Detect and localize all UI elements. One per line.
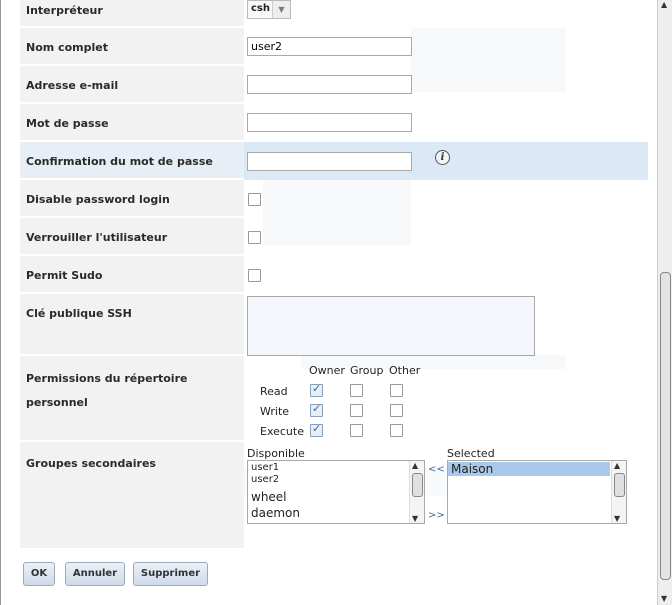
ssh-key-textarea[interactable]	[247, 296, 535, 356]
password-label-cell: Mot de passe	[20, 104, 244, 142]
password-confirm-label: Confirmation du mot de passe	[26, 155, 213, 168]
perm-row-execute-label: Execute	[260, 425, 304, 438]
row-password: Mot de passe	[20, 104, 648, 142]
password-confirm-label-cell: Confirmation du mot de passe	[20, 142, 244, 180]
list-item[interactable]: user2	[248, 474, 424, 486]
perm-col-other: Other	[389, 364, 421, 377]
disable-password-label-cell: Disable password login	[20, 180, 244, 218]
disable-password-label: Disable password login	[26, 193, 170, 206]
scroll-up-icon[interactable]: ▲	[614, 461, 620, 470]
fullname-label-cell: Nom complet	[20, 28, 244, 66]
row-home-permissions: Permissions du répertoire personnel Owne…	[20, 356, 648, 442]
groups-available-list[interactable]: user1 user2 wheel daemon ▲ ▼	[247, 460, 425, 524]
scroll-down-icon[interactable]: ▼	[412, 514, 418, 523]
list-item[interactable]: wheel	[248, 490, 424, 504]
row-password-confirm: Confirmation du mot de passe i	[20, 142, 648, 180]
ssh-key-label-cell: Clé publique SSH	[20, 294, 244, 356]
list-item[interactable]: user1	[248, 462, 424, 474]
perm-execute-other-checkbox[interactable]	[390, 424, 403, 437]
email-input[interactable]	[247, 75, 412, 94]
row-disable-password: Disable password login	[20, 180, 648, 218]
lock-user-checkbox[interactable]	[248, 231, 261, 244]
perm-read-owner-checkbox[interactable]	[310, 382, 323, 397]
perm-col-group: Group	[350, 364, 384, 377]
perm-read-group-checkbox[interactable]	[350, 384, 363, 397]
row-lock-user: Verrouiller l'utilisateur	[20, 218, 648, 256]
perm-execute-group-checkbox[interactable]	[350, 424, 363, 437]
disable-password-checkbox[interactable]	[248, 193, 261, 206]
dialog: Interpréteur csh ▼ Nom complet Adresse e…	[0, 0, 658, 605]
page-scrollbar[interactable]: ▲ ▼	[657, 0, 672, 605]
scroll-thumb[interactable]	[614, 473, 625, 497]
home-permissions-label-line1: Permissions du répertoire	[26, 372, 188, 385]
perm-write-group-checkbox[interactable]	[350, 404, 363, 417]
add-group-button[interactable]: <<	[428, 464, 445, 475]
list-item[interactable]: daemon	[248, 506, 424, 520]
ssh-key-label: Clé publique SSH	[26, 307, 132, 320]
email-label-cell: Adresse e-mail	[20, 66, 244, 104]
perm-write-owner-checkbox[interactable]	[310, 402, 323, 417]
chevron-down-icon: ▼	[272, 1, 290, 18]
cancel-button[interactable]: Annuler	[65, 562, 125, 586]
permit-sudo-label: Permit Sudo	[26, 269, 103, 282]
lock-user-label: Verrouiller l'utilisateur	[26, 231, 168, 244]
perm-write-other-checkbox[interactable]	[390, 404, 403, 417]
groups-available-title: Disponible	[247, 447, 305, 460]
shell-label: Interpréteur	[26, 4, 103, 17]
available-scrollbar[interactable]: ▲ ▼	[409, 461, 424, 523]
selected-scrollbar[interactable]: ▲ ▼	[611, 461, 626, 523]
shell-select[interactable]: csh ▼	[247, 0, 291, 19]
perm-execute-owner-checkbox[interactable]	[310, 422, 323, 437]
lock-user-label-cell: Verrouiller l'utilisateur	[20, 218, 244, 256]
perm-read-other-checkbox[interactable]	[390, 384, 403, 397]
home-permissions-label-line2: personnel	[26, 396, 88, 409]
groups-label-cell: Groupes secondaires	[20, 442, 244, 550]
email-label: Adresse e-mail	[26, 79, 119, 92]
scroll-up-icon[interactable]: ▲	[661, 0, 667, 9]
delete-button[interactable]: Supprimer	[133, 562, 208, 586]
fullname-label: Nom complet	[26, 41, 108, 54]
permit-sudo-checkbox[interactable]	[248, 269, 261, 282]
info-icon[interactable]: i	[435, 150, 450, 165]
permit-sudo-label-cell: Permit Sudo	[20, 256, 244, 294]
scroll-up-icon[interactable]: ▲	[412, 461, 418, 470]
row-ssh-key: Clé publique SSH	[20, 294, 648, 356]
row-permit-sudo: Permit Sudo	[20, 256, 648, 294]
ok-button[interactable]: OK	[23, 562, 55, 586]
shell-label-cell: Interpréteur	[20, 0, 244, 28]
password-confirm-input[interactable]	[247, 152, 412, 171]
row-shell: Interpréteur csh ▼	[20, 0, 648, 28]
list-item-selected[interactable]: Maison	[448, 462, 610, 476]
perm-row-write-label: Write	[260, 405, 290, 418]
password-label: Mot de passe	[26, 117, 109, 130]
perm-row-read-label: Read	[260, 385, 288, 398]
remove-group-button[interactable]: >>	[428, 510, 445, 521]
scroll-thumb[interactable]	[412, 473, 423, 497]
row-email: Adresse e-mail	[20, 66, 648, 104]
groups-selected-list[interactable]: Maison ▲ ▼	[447, 460, 627, 524]
groups-selected-title: Selected	[447, 447, 495, 460]
perm-col-owner: Owner	[309, 364, 345, 377]
shell-value: csh	[251, 3, 270, 14]
password-input[interactable]	[247, 113, 412, 132]
home-permissions-label-cell: Permissions du répertoire personnel	[20, 356, 244, 442]
page-scroll-thumb[interactable]	[660, 272, 671, 580]
scroll-down-icon[interactable]: ▼	[614, 514, 620, 523]
fullname-input[interactable]	[247, 37, 412, 56]
row-fullname: Nom complet	[20, 28, 648, 66]
row-secondary-groups: Groupes secondaires Disponible Selected …	[20, 442, 648, 550]
groups-label: Groupes secondaires	[26, 457, 156, 470]
scroll-down-icon[interactable]: ▼	[661, 594, 667, 603]
